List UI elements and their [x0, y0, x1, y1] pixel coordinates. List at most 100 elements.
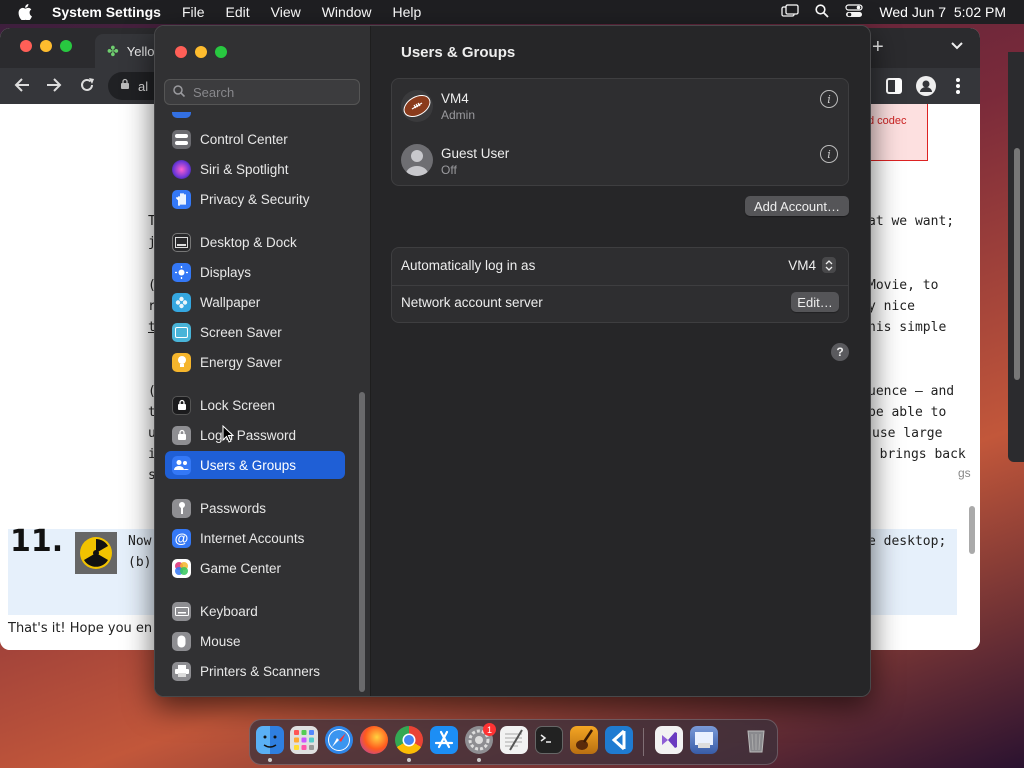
- new-tab-plus-icon[interactable]: +: [872, 36, 884, 59]
- sidebar-item-label: Internet Accounts: [200, 530, 305, 546]
- search-input[interactable]: [191, 83, 355, 101]
- preview-icon[interactable]: [690, 726, 718, 754]
- safari-icon[interactable]: [325, 726, 353, 754]
- menu-window[interactable]: Window: [322, 4, 372, 20]
- sidebar-item-desktop-dock[interactable]: Desktop & Dock: [165, 228, 345, 256]
- launchpad-icon[interactable]: [290, 726, 318, 754]
- sidebar-item-label: Game Center: [200, 560, 282, 576]
- minimize-button[interactable]: [195, 46, 207, 58]
- tab-list-chevron-icon[interactable]: [950, 38, 964, 56]
- webpage-link[interactable]: his simple: [868, 320, 946, 335]
- sidebar-item-internet-accounts[interactable]: @ Internet Accounts: [165, 524, 345, 552]
- sidebar-search[interactable]: [164, 79, 360, 105]
- key-icon: [172, 498, 191, 518]
- mouse-pointer-icon: [222, 424, 235, 448]
- garageband-icon[interactable]: [570, 726, 598, 754]
- sidebar-item-keyboard[interactable]: Keyboard: [165, 597, 345, 625]
- sidebar-item-mouse[interactable]: Mouse: [165, 627, 345, 655]
- kebab-menu-icon[interactable]: [955, 77, 961, 100]
- add-account-button[interactable]: Add Account…: [745, 196, 849, 216]
- user-name: VM4: [441, 91, 469, 106]
- menu-edit[interactable]: Edit: [226, 4, 250, 20]
- browser-zoom-button[interactable]: [60, 40, 72, 52]
- sidebar-item-privacy-security[interactable]: Privacy & Security: [165, 185, 345, 213]
- menu-file[interactable]: File: [182, 4, 205, 20]
- window-scrollbar-thumb[interactable]: [1014, 148, 1020, 380]
- reload-icon[interactable]: [78, 76, 96, 99]
- menu-clock[interactable]: Wed Jun 7 5:02 PM: [879, 4, 1006, 20]
- printer-icon: [172, 661, 191, 681]
- dock-separator: [643, 728, 644, 756]
- sidebar-item-label: Privacy & Security: [200, 191, 310, 207]
- finder-icon[interactable]: [256, 726, 284, 754]
- info-icon[interactable]: i: [820, 145, 838, 163]
- menu-help[interactable]: Help: [393, 4, 422, 20]
- firefox-icon[interactable]: [360, 726, 388, 754]
- sidebar-item-label: Mouse: [200, 633, 241, 649]
- webpage-text: be able to: [868, 405, 947, 420]
- menu-view[interactable]: View: [271, 4, 301, 20]
- sidebar-item-displays[interactable]: Displays: [165, 258, 345, 286]
- sidebar-item-users-groups[interactable]: Users & Groups: [165, 451, 345, 479]
- sidebar-item-screen-saver[interactable]: Screen Saver: [165, 318, 345, 346]
- network-server-row: Network account server Edit…: [392, 285, 848, 322]
- step-text: (b): [128, 555, 152, 570]
- terminal-icon[interactable]: [535, 726, 563, 754]
- auto-login-label: Automatically log in as: [401, 258, 536, 273]
- search-icon: [173, 84, 186, 100]
- screen-mirroring-icon[interactable]: [781, 3, 800, 21]
- at-sign-icon: @: [172, 528, 191, 548]
- address-text: al: [138, 78, 149, 94]
- webpage-text: gs: [958, 466, 971, 480]
- user-row-vm4[interactable]: VM4 Admin i: [392, 79, 848, 134]
- auto-login-row: Automatically log in as VM4: [392, 248, 848, 286]
- zoom-button[interactable]: [215, 46, 227, 58]
- browser-close-button[interactable]: [20, 40, 32, 52]
- forward-arrow-icon[interactable]: [45, 76, 63, 99]
- sun-icon: [172, 262, 191, 282]
- vscode-icon[interactable]: [605, 726, 633, 754]
- chrome-icon[interactable]: [395, 726, 423, 754]
- sidebar-item-printers-scanners[interactable]: Printers & Scanners: [165, 657, 345, 685]
- sidebar-item-lock-screen[interactable]: Lock Screen: [165, 391, 345, 419]
- profile-avatar-icon[interactable]: [916, 76, 936, 96]
- browser-tab-title: Yello: [126, 43, 155, 59]
- edit-button[interactable]: Edit…: [791, 292, 839, 312]
- close-button[interactable]: [175, 46, 187, 58]
- help-button[interactable]: ?: [831, 343, 849, 361]
- trash-icon[interactable]: [742, 726, 770, 754]
- desktop-window-edge: [1008, 52, 1024, 462]
- webpage-scrollbar-thumb[interactable]: [969, 506, 975, 554]
- back-arrow-icon[interactable]: [13, 76, 31, 99]
- sidebar-item-wallpaper[interactable]: Wallpaper: [165, 288, 345, 316]
- sidebar-item-label: Displays: [200, 264, 252, 280]
- lock-icon: [120, 77, 130, 95]
- browser-minimize-button[interactable]: [40, 40, 52, 52]
- auto-login-select[interactable]: VM4: [788, 257, 836, 273]
- sidebar-item-game-center[interactable]: Game Center: [165, 554, 345, 582]
- apple-menu-icon[interactable]: [18, 4, 36, 20]
- side-panel-icon[interactable]: [886, 78, 902, 99]
- sidebar-item-passwords[interactable]: Passwords: [165, 494, 345, 522]
- sidebar-item-siri-spotlight[interactable]: Siri & Spotlight: [165, 155, 345, 183]
- footer-text: That's it! Hope you en: [8, 621, 153, 636]
- users-icon: [172, 455, 191, 475]
- control-center-icon[interactable]: [845, 3, 864, 21]
- sidebar-item-control-center[interactable]: Control Center: [165, 125, 345, 153]
- visual-studio-icon[interactable]: [655, 726, 683, 754]
- sidebar-scrollbar-thumb[interactable]: [359, 392, 365, 692]
- sidebar-item-energy-saver[interactable]: Energy Saver: [165, 348, 345, 376]
- textedit-icon[interactable]: [500, 726, 528, 754]
- sidebar-item-label: Screen Saver: [200, 324, 282, 340]
- sidebar-item-login-password[interactable]: Login Password: [165, 421, 345, 449]
- user-row-guest[interactable]: Guest User Off i: [392, 134, 848, 189]
- sidebar-item-label: Energy Saver: [200, 354, 282, 370]
- app-store-icon[interactable]: [430, 726, 458, 754]
- spotlight-search-icon[interactable]: [815, 3, 830, 21]
- control-center-item-icon: [172, 129, 191, 149]
- running-indicator: [268, 758, 272, 762]
- info-icon[interactable]: i: [820, 90, 838, 108]
- step-text: e desktop;: [868, 534, 947, 549]
- menu-app-name[interactable]: System Settings: [52, 4, 161, 20]
- sidebar-item-label: Lock Screen: [200, 397, 276, 413]
